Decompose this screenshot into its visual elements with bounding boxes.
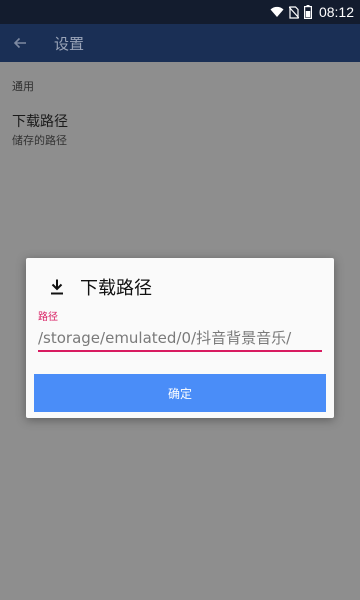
dialog-header: 下载路径 (46, 274, 152, 300)
status-bar: 08:12 (0, 0, 360, 24)
arrow-left-icon (13, 34, 27, 53)
no-sim-icon (288, 5, 299, 19)
app-bar: 设置 (0, 24, 360, 62)
section-header-general: 通用 (12, 80, 34, 93)
status-time: 08:12 (318, 4, 354, 20)
screen: 08:12 设置 通用 下载路径 储存的路径 下载路径 路径 确定 (0, 0, 360, 600)
preference-summary: 储存的路径 (12, 134, 67, 147)
path-field-label: 路径 (38, 312, 58, 323)
back-button[interactable] (0, 24, 40, 62)
dialog-title: 下载路径 (80, 278, 152, 299)
download-path-dialog: 下载路径 路径 确定 (26, 258, 334, 418)
battery-icon (303, 5, 312, 19)
wifi-icon (270, 6, 284, 18)
preference-title: 下载路径 (12, 114, 68, 130)
confirm-button[interactable]: 确定 (34, 374, 326, 412)
download-icon (46, 276, 68, 298)
path-input[interactable] (38, 324, 322, 352)
page-title: 设置 (54, 34, 85, 53)
